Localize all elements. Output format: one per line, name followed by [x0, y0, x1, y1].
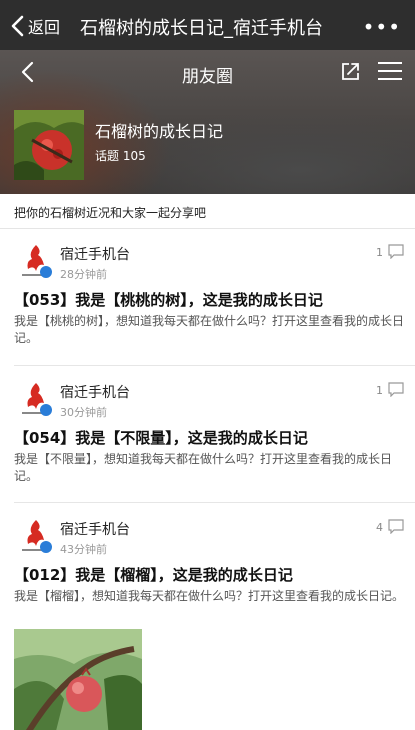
more-menu-button[interactable]: •••: [363, 15, 401, 39]
comment-count: 1: [376, 246, 383, 259]
post-body: 我是【榴榴】，想知道我每天都在做什么吗？打开这里查看我的成长日记。: [14, 589, 405, 603]
topic-header: 朋友圈 石榴树的成长日记 话题 105: [0, 50, 415, 194]
topic-description: 把你的石榴树近况和大家一起分享吧: [0, 194, 415, 229]
share-icon[interactable]: [340, 60, 362, 82]
verified-icon: [40, 266, 52, 278]
chevron-left-icon: [11, 15, 24, 37]
wechat-back-button[interactable]: 返回: [10, 13, 60, 39]
wechat-page-title: 石榴树的成长日记_宿迁手机台: [80, 18, 323, 39]
post-divider: [14, 502, 415, 503]
comment-icon[interactable]: [388, 382, 404, 397]
post-title[interactable]: 【053】我是【桃桃的树】，这是我的成长日记: [14, 289, 323, 310]
post-author[interactable]: 宿迁手机台: [60, 382, 130, 402]
topic-description-text: 把你的石榴树近况和大家一起分享吧: [14, 206, 207, 220]
comment-count: 4: [376, 521, 383, 534]
topic-count: 话题 105: [95, 149, 146, 163]
topic-name: 石榴树的成长日记: [95, 122, 224, 141]
comment-icon[interactable]: [388, 244, 404, 259]
hero-nav-bar: 朋友圈: [0, 50, 415, 94]
post-divider: [14, 365, 415, 366]
wechat-back-label: 返回: [28, 18, 61, 37]
menu-icon[interactable]: [378, 61, 402, 81]
post-list: 宿迁手机台 28分钟前 1 【053】我是【桃桃的树】，这是我的成长日记 我是【…: [0, 229, 415, 730]
verified-icon: [40, 404, 52, 416]
comment-count: 1: [376, 384, 383, 397]
topic-cover-image: [14, 110, 84, 180]
post-image[interactable]: [14, 629, 142, 730]
post-time: 30分钟前: [60, 406, 107, 419]
post-title[interactable]: 【012】我是【榴榴】，这是我的成长日记: [14, 564, 293, 585]
verified-icon: [40, 541, 52, 553]
comment-icon[interactable]: [388, 519, 404, 534]
post-author[interactable]: 宿迁手机台: [60, 519, 130, 539]
post-title[interactable]: 【054】我是【不限量】，这是我的成长日记: [14, 427, 308, 448]
wechat-title-bar: 返回 石榴树的成长日记_宿迁手机台 •••: [0, 0, 415, 50]
post-time: 28分钟前: [60, 268, 107, 281]
post-time: 43分钟前: [60, 543, 107, 556]
post-body: 我是【桃桃的树】，想知道我每天都在做什么吗？打开这里查看我的成长日记。: [14, 314, 405, 345]
post-body: 我是【不限量】，想知道我每天都在做什么吗？打开这里查看我的成长日记。: [14, 452, 393, 483]
post-author[interactable]: 宿迁手机台: [60, 244, 130, 264]
